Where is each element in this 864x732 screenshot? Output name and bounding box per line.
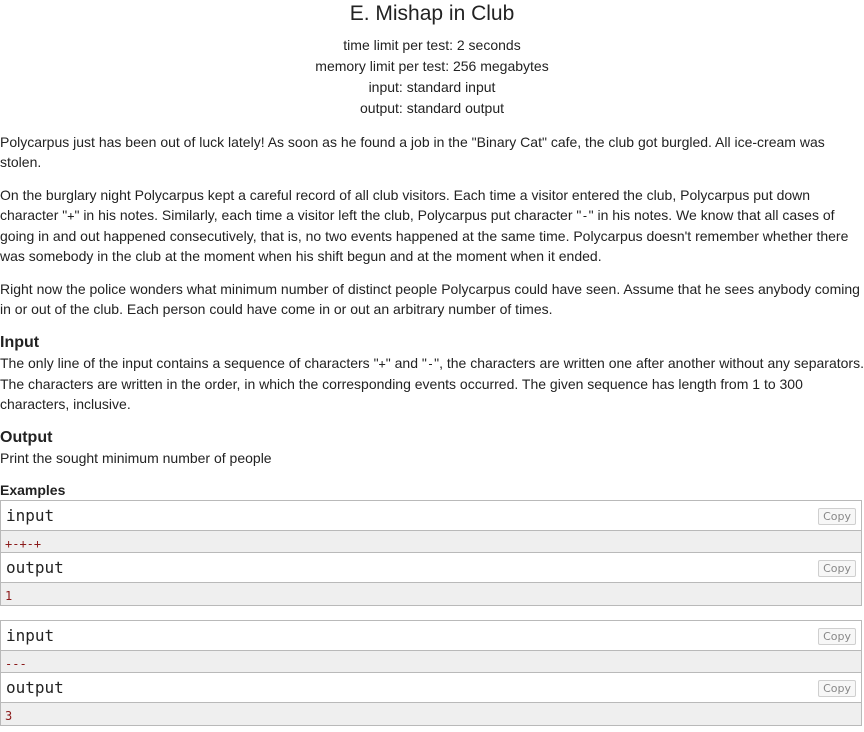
legend-paragraph-2: On the burglary night Polycarpus kept a … (0, 185, 864, 266)
copy-button[interactable]: Copy (818, 560, 856, 577)
legend-paragraph-1: Polycarpus just has been out of luck lat… (0, 134, 825, 170)
example-1-output-body: 1 (1, 583, 861, 605)
memory-limit: memory limit per test: 256 megabytes (315, 58, 549, 74)
example-2-output-header: output Copy (1, 673, 861, 703)
copy-button[interactable]: Copy (818, 680, 856, 697)
example-input-label: input (6, 626, 55, 645)
problem-limits: time limit per test: 2 seconds memory li… (0, 35, 864, 119)
input-spec-part-b: " and " (385, 355, 427, 371)
copy-button[interactable]: Copy (818, 628, 856, 645)
example-2: input Copy --- output Copy 3 (0, 620, 862, 726)
minus-char: - (581, 209, 589, 223)
example-1: input Copy +-+-+ output Copy 1 (0, 500, 862, 606)
input-section-title: Input (0, 334, 40, 351)
copy-button[interactable]: Copy (818, 508, 856, 525)
legend-paragraph-3: Right now the police wonders what minimu… (0, 281, 860, 317)
example-output-label: output (6, 558, 64, 577)
input-minus-char: - (426, 357, 435, 371)
problem-header: E. Mishap in Club time limit per test: 2… (0, 0, 864, 119)
input-spec-part-a: The only line of the input contains a se… (0, 355, 379, 371)
example-1-input-body: +-+-+ (1, 531, 861, 553)
input-file: input: standard input (368, 79, 496, 95)
input-plus-char: + (378, 357, 386, 371)
example-1-input-header: input Copy (1, 501, 861, 531)
example-output-label: output (6, 678, 64, 697)
input-spec-text: The only line of the input contains a se… (0, 353, 864, 414)
problem-statement: Polycarpus just has been out of luck lat… (0, 132, 864, 726)
example-2-output-body: 3 (1, 703, 861, 725)
time-limit: time limit per test: 2 seconds (343, 37, 521, 53)
example-2-input-body: --- (1, 651, 861, 673)
example-output-value: 3 (5, 709, 13, 723)
example-output-value: 1 (5, 589, 13, 603)
example-2-input-header: input Copy (1, 621, 861, 651)
example-input-value: --- (5, 657, 27, 671)
legend-p2-part-b: " in his notes. Similarly, each time a v… (74, 207, 582, 223)
output-section-title: Output (0, 429, 53, 446)
output-file: output: standard output (360, 100, 504, 116)
output-spec-text: Print the sought minimum number of peopl… (0, 450, 272, 466)
example-input-value: +-+-+ (5, 537, 42, 551)
example-input-label: input (6, 506, 55, 525)
example-1-output-header: output Copy (1, 553, 861, 583)
examples-title: Examples (0, 482, 66, 498)
problem-title: E. Mishap in Club (349, 2, 515, 25)
